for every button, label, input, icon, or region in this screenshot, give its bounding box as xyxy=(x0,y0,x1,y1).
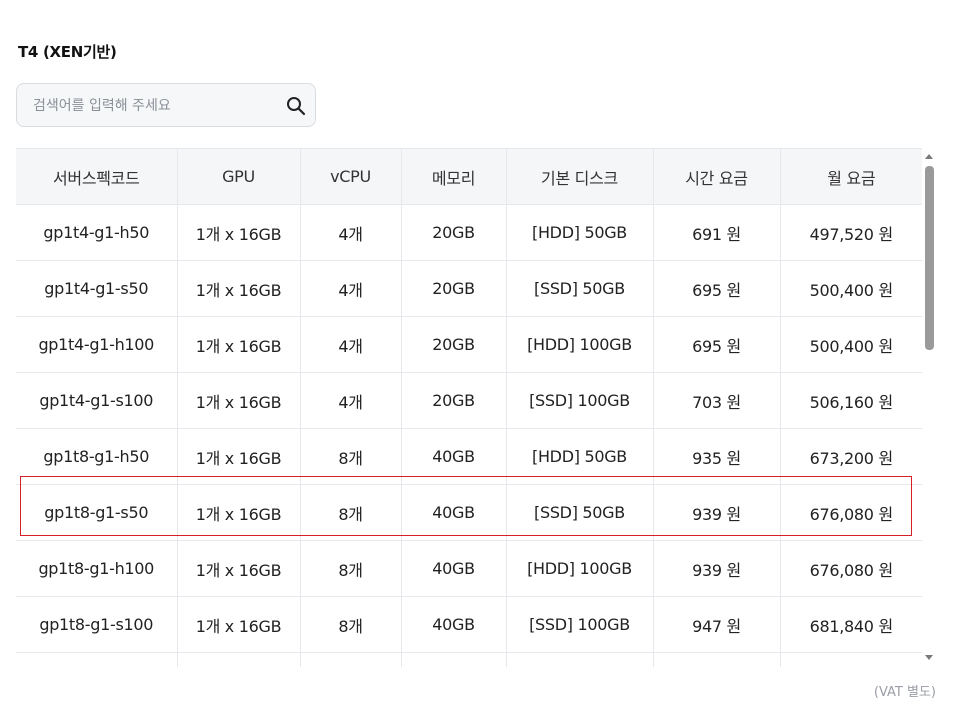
table-cell: gp1t8-g1-s50 xyxy=(16,484,178,541)
table-cell: 939 원 xyxy=(653,484,781,541)
table-cell: 939 원 xyxy=(653,540,781,597)
table-cell: 691 원 xyxy=(653,204,781,261)
table-cell: gp1t4-g1-h100 xyxy=(16,316,178,373)
table-cell: 8개 xyxy=(300,596,402,653)
table-cell: gp1t8-g1-h100 xyxy=(16,540,178,597)
table-row[interactable]: gp1t8-g1-h502개 x 16GB8개40GB[HDD] 50GB1,2… xyxy=(16,652,922,667)
table-cell: gp1t4-g1-h50 xyxy=(16,204,178,261)
table-cell: 506,160 원 xyxy=(780,372,922,429)
column-header: 월 요금 xyxy=(780,148,922,205)
table-cell: 20GB xyxy=(401,204,507,261)
section-title: T4 (XEN기반) xyxy=(18,43,117,61)
scroll-up-arrow-icon[interactable] xyxy=(925,154,933,159)
table-cell: gp1t8-g1-h50 xyxy=(16,652,178,667)
table-cell: [SSD] 100GB xyxy=(506,596,654,653)
table-cell: 8개 xyxy=(300,652,402,667)
table-cell: 40GB xyxy=(401,428,507,485)
table-cell: 695 원 xyxy=(653,260,781,317)
table-cell: 4개 xyxy=(300,204,402,261)
table-cell: [HDD] 100GB xyxy=(506,316,654,373)
table-cell: 1,235 원 xyxy=(653,652,781,667)
table-cell: 1개 x 16GB xyxy=(177,260,301,317)
table-row[interactable]: gp1t4-g1-s50 1개 x 16GB 4개 20GB [SSD] 50GB 695… xyxy=(16,260,922,317)
table-cell: 40GB xyxy=(401,540,507,597)
table-cell: 8개 xyxy=(300,540,402,597)
column-header: vCPU xyxy=(300,148,402,205)
table-cell: [HDD] 50GB xyxy=(506,428,654,485)
table-cell: 4개 xyxy=(300,260,402,317)
scroll-down-arrow-icon[interactable] xyxy=(925,655,933,660)
table-cell: 1개 x 16GB xyxy=(177,428,301,485)
column-header: 메모리 xyxy=(401,148,507,205)
table-cell: 1개 x 16GB xyxy=(177,540,301,597)
table-cell: 887,000 원 xyxy=(780,652,922,667)
table-row[interactable]: gp1t4-g1-h100 1개 x 16GB 4개 20GB [HDD] 100GB 6… xyxy=(16,316,922,373)
table-cell: 40GB xyxy=(401,484,507,541)
vat-note: (VAT 별도) xyxy=(873,685,936,700)
vertical-scrollbar[interactable] xyxy=(922,152,936,666)
table-cell: [SSD] 50GB xyxy=(506,484,654,541)
table-cell: [HDD] 100GB xyxy=(506,540,654,597)
table-cell: [HDD] 50GB xyxy=(506,652,654,667)
table-cell: 1개 x 16GB xyxy=(177,372,301,429)
table-cell: [SSD] 50GB xyxy=(506,260,654,317)
column-header: GPU xyxy=(177,148,301,205)
table-cell: 681,840 원 xyxy=(780,596,922,653)
table-cell: 703 원 xyxy=(653,372,781,429)
spec-table: 서버스펙코드 GPU vCPU 메모리 기본 디스크 시간 요금 월 요금 gp… xyxy=(16,148,922,667)
table-cell: 40GB xyxy=(401,652,507,667)
table-cell: gp1t4-g1-s50 xyxy=(16,260,178,317)
table-cell: 497,520 원 xyxy=(780,204,922,261)
table-cell: gp1t8-g1-s100 xyxy=(16,596,178,653)
search-icon[interactable] xyxy=(285,95,307,117)
table-cell: 947 원 xyxy=(653,596,781,653)
table-cell: 20GB xyxy=(401,372,507,429)
table-cell: [SSD] 100GB xyxy=(506,372,654,429)
column-header: 기본 디스크 xyxy=(506,148,654,205)
table-cell: 935 원 xyxy=(653,428,781,485)
table-cell: 500,400 원 xyxy=(780,260,922,317)
table-row[interactable]: gp1t8-g1-s100 1개 x 16GB 8개 40GB [SSD] 100GB 9… xyxy=(16,596,922,653)
table-cell: [HDD] 50GB xyxy=(506,204,654,261)
table-row[interactable]: gp1t4-g1-s100 1개 x 16GB 4개 20GB [SSD] 100GB 7… xyxy=(16,372,922,429)
table-row[interactable]: gp1t4-g1-h50 1개 x 16GB 4개 20GB [HDD] 50GB 691… xyxy=(16,204,922,261)
scrollbar-thumb[interactable] xyxy=(925,166,934,350)
table-cell: 1개 x 16GB xyxy=(177,484,301,541)
table-cell: 40GB xyxy=(401,596,507,653)
column-header: 서버스펙코드 xyxy=(16,148,178,205)
table-cell: 673,200 원 xyxy=(780,428,922,485)
table-cell: 8개 xyxy=(300,428,402,485)
table-cell: 500,400 원 xyxy=(780,316,922,373)
table-cell: gp1t4-g1-s100 xyxy=(16,372,178,429)
table-cell: 20GB xyxy=(401,260,507,317)
table-cell: 2개 x 16GB xyxy=(177,652,301,667)
table-cell: 1개 x 16GB xyxy=(177,316,301,373)
table-cell: gp1t8-g1-h50 xyxy=(16,428,178,485)
table-cell: 1개 x 16GB xyxy=(177,204,301,261)
search-box[interactable] xyxy=(16,83,316,128)
table-row[interactable]: gp1t8-g1-s50 1개 x 16GB 8개 40GB [SSD] 50GB 939… xyxy=(16,484,922,541)
table-cell: 4개 xyxy=(300,372,402,429)
table-row[interactable]: gp1t8-g1-h100 1개 x 16GB 8개 40GB [HDD] 100GB 9… xyxy=(16,540,922,597)
column-header: 시간 요금 xyxy=(653,148,781,205)
table-cell: 8개 xyxy=(300,484,402,541)
table-header-row: 서버스펙코드 GPU vCPU 메모리 기본 디스크 시간 요금 월 요금 xyxy=(16,148,922,205)
table-cell: 20GB xyxy=(401,316,507,373)
table-cell: 695 원 xyxy=(653,316,781,373)
table-cell: 676,080 원 xyxy=(780,484,922,541)
spec-table-container[interactable]: 서버스펙코드 GPU vCPU 메모리 기본 디스크 시간 요금 월 요금 gp… xyxy=(16,148,922,667)
search-input[interactable] xyxy=(31,84,285,128)
table-cell: 4개 xyxy=(300,316,402,373)
table-cell: 1개 x 16GB xyxy=(177,596,301,653)
table-cell: 676,080 원 xyxy=(780,540,922,597)
table-row[interactable]: gp1t8-g1-h50 1개 x 16GB 8개 40GB [HDD] 50GB 935… xyxy=(16,428,922,485)
